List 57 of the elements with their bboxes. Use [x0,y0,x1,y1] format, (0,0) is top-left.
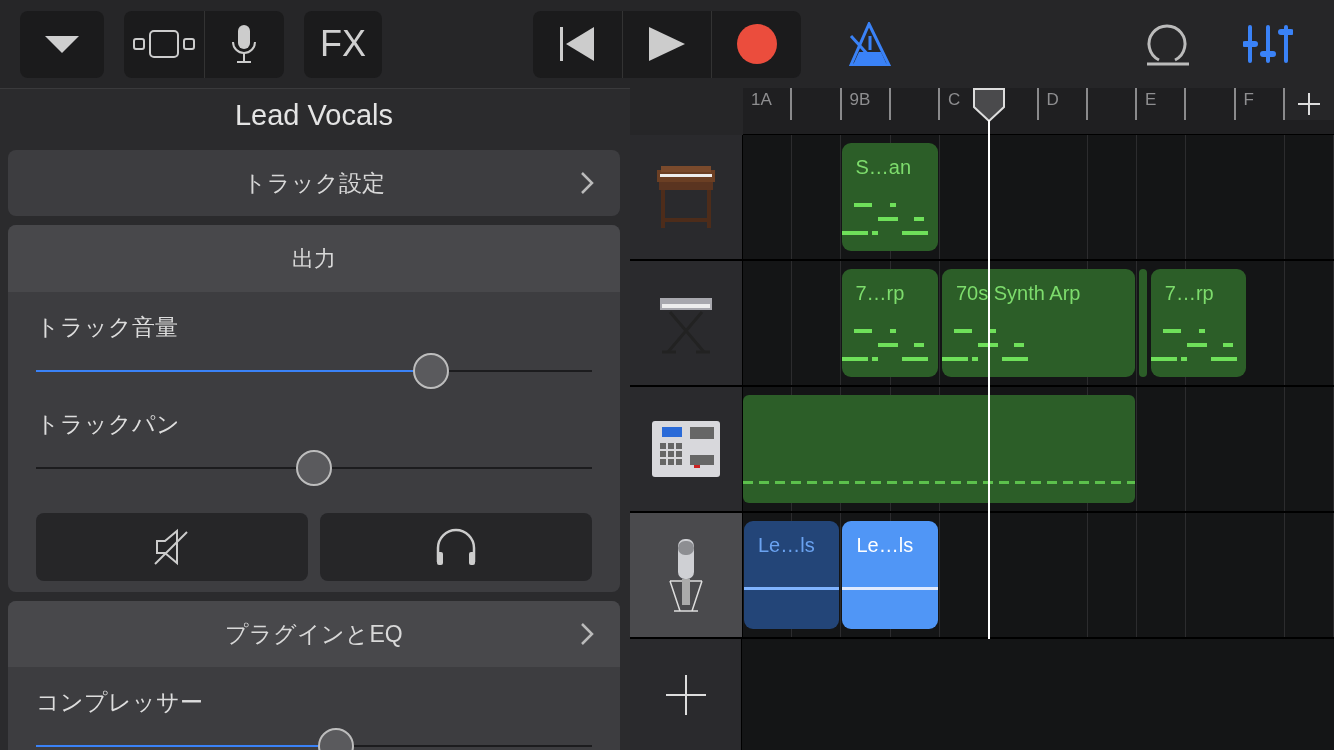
volume-thumb[interactable] [412,353,449,389]
pan-slider[interactable] [36,450,592,486]
region-name: 7…rp [1164,282,1214,305]
compressor-label: コンプレッサー [35,688,204,717]
loop-icon [1145,22,1191,66]
track-header[interactable] [630,513,743,637]
region-name: Le…ls [758,534,815,557]
section-marker: E [1145,90,1157,109]
volume-slider[interactable] [36,353,592,389]
speaker-muted-icon [153,528,191,566]
midi-region[interactable]: 7…rp [841,269,938,377]
section-marker: C [948,90,961,109]
triangle-down-icon [44,34,80,54]
track-header[interactable] [630,261,743,385]
loop-button[interactable] [1145,22,1191,66]
go-to-beginning-icon [559,26,596,62]
record-icon [736,24,777,64]
plus-icon [664,673,707,716]
region-name: 70s Synth Arp [955,282,1081,305]
region-name: 7…rp [855,282,905,305]
midi-region[interactable]: 7…rp [1150,269,1247,377]
region-name: Le…ls [856,534,914,557]
drum-machine-icon [650,419,722,479]
tracks-view-icon [132,29,195,59]
audio-region[interactable]: Le…ls [842,521,938,629]
plus-icon [1297,92,1322,116]
mixer-button[interactable] [1243,24,1293,64]
plugins-and-eq-row[interactable]: プラグインとEQ [8,601,620,667]
midi-region[interactable]: 70s Synth Arp [941,269,1135,377]
metronome-button[interactable] [849,22,891,66]
section-marker: 9B [849,90,871,109]
headphones-icon [434,528,478,566]
volume-label: トラック音量 [35,313,179,342]
chevron-right-icon [580,622,594,646]
midi-region[interactable] [1138,269,1147,377]
audio-region[interactable]: Le…ls [744,521,840,629]
output-header: 出力 [8,225,620,292]
timeline-ruler[interactable]: 1A 9B C D E F [743,88,1285,120]
metronome-icon [849,22,891,66]
dropdown-button[interactable] [20,10,104,78]
midi-region[interactable]: S…an [841,143,938,251]
mixer-icon [1243,24,1293,64]
section-marker: D [1046,90,1059,109]
region-name: S…an [855,156,912,179]
pan-thumb[interactable] [296,450,332,486]
track-settings-row[interactable]: トラック設定 [8,150,620,216]
playhead-handle[interactable] [973,88,1005,122]
section-marker: 1A [751,90,772,109]
play-icon [648,26,686,62]
fx-button[interactable]: FX [304,10,382,78]
track-header[interactable] [630,387,743,511]
pan-label: トラックパン [35,410,181,439]
chevron-right-icon [580,171,594,195]
microphone-icon [231,24,258,64]
track-header[interactable] [630,135,743,259]
section-marker: F [1243,90,1254,109]
panel-title: Lead Vocals [234,98,394,133]
